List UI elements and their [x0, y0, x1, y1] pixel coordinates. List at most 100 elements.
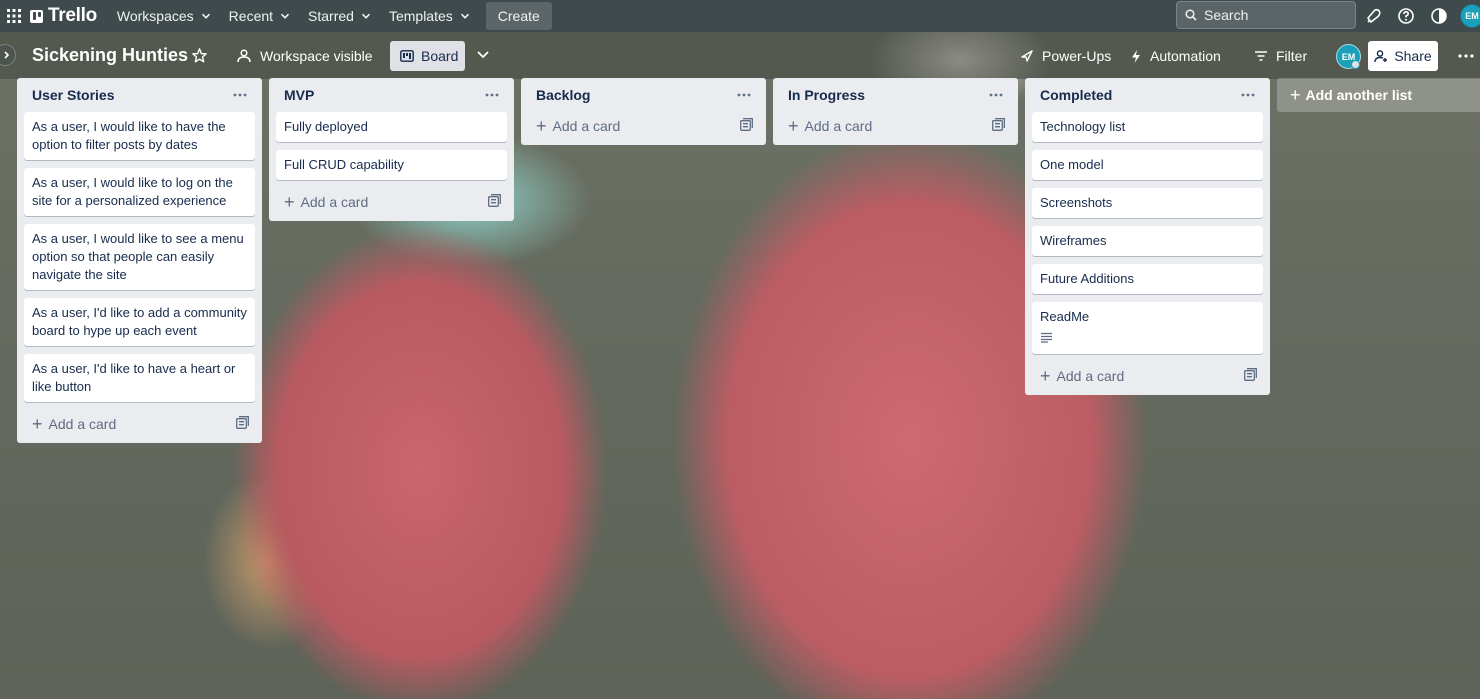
power-ups-button[interactable]: Power-Ups [1020, 41, 1111, 71]
search-input[interactable]: Search [1176, 1, 1356, 29]
trello-logo-text: Trello [48, 5, 97, 26]
card-title: ReadMe [1040, 309, 1090, 324]
theme-icon[interactable] [1429, 6, 1449, 26]
create-from-template-icon[interactable] [740, 118, 753, 134]
list-backlog: Backlog + Add a card [521, 78, 766, 145]
add-card-button[interactable]: + Add a card [32, 415, 116, 433]
add-card-button[interactable]: + Add a card [788, 117, 872, 135]
trello-logo[interactable]: Trello [30, 5, 97, 27]
list-menu-icon[interactable] [485, 93, 499, 97]
board-title[interactable]: Sickening Hunties [32, 45, 188, 66]
card[interactable]: Full CRUD capability [276, 150, 507, 180]
user-avatar[interactable]: EM [1460, 4, 1480, 28]
view-switcher-chevron-icon[interactable] [474, 45, 492, 68]
plus-icon: + [32, 414, 43, 434]
board-menu-icon[interactable] [1456, 48, 1476, 69]
list-header[interactable]: MVP [276, 78, 507, 112]
add-card-label: Add a card [300, 194, 369, 210]
list-menu-icon[interactable] [1241, 93, 1255, 97]
add-card-button[interactable]: + Add a card [284, 193, 368, 211]
card[interactable]: One model [1032, 150, 1263, 180]
filter-icon [1255, 51, 1267, 61]
add-card-button[interactable]: + Add a card [536, 117, 620, 135]
card[interactable]: Technology list [1032, 112, 1263, 142]
filter-button[interactable]: Filter [1254, 41, 1307, 71]
list-title[interactable]: Completed [1040, 87, 1112, 103]
list-header[interactable]: Completed [1032, 78, 1263, 112]
board-view-icon [400, 50, 414, 62]
add-card-button[interactable]: + Add a card [1040, 367, 1124, 385]
list-menu-icon[interactable] [737, 93, 751, 97]
list-header[interactable]: User Stories [24, 78, 255, 112]
plus-icon: + [1040, 366, 1051, 386]
apps-grid-icon[interactable] [2, 4, 26, 28]
create-from-template-icon[interactable] [992, 118, 1005, 134]
add-card-label: Add a card [48, 416, 117, 432]
card[interactable]: Screenshots [1032, 188, 1263, 218]
description-icon [1040, 330, 1255, 348]
list-title[interactable]: User Stories [32, 87, 114, 103]
list-header[interactable]: Backlog [528, 78, 759, 112]
nav-recent[interactable]: Recent [221, 0, 298, 32]
create-from-template-icon[interactable] [1244, 368, 1257, 384]
list-title[interactable]: In Progress [788, 87, 865, 103]
add-card-row: + Add a card [1032, 362, 1263, 390]
list-header[interactable]: In Progress [780, 78, 1011, 112]
card[interactable]: As a user, I would like to see a menu op… [24, 224, 255, 290]
list-in-progress: In Progress + Add a card [773, 78, 1018, 145]
add-list-label: Add another list [1305, 87, 1413, 103]
nav-templates-label: Templates [388, 8, 453, 24]
add-card-row: + Add a card [276, 188, 507, 216]
top-header: Trello Workspaces Recent Starred Templat… [0, 0, 1480, 32]
add-card-label: Add a card [804, 118, 873, 134]
nav-templates[interactable]: Templates [381, 0, 478, 32]
help-icon[interactable] [1396, 6, 1416, 26]
rocket-icon [1021, 50, 1033, 62]
star-icon[interactable] [191, 47, 208, 69]
add-card-row: + Add a card [24, 410, 255, 438]
list-menu-icon[interactable] [989, 93, 1003, 97]
create-from-template-icon[interactable] [488, 194, 501, 210]
power-ups-label: Power-Ups [1042, 48, 1112, 64]
card[interactable]: Future Additions [1032, 264, 1263, 294]
nav-starred[interactable]: Starred [300, 0, 379, 32]
create-button[interactable]: Create [485, 2, 552, 30]
share-label: Share [1394, 48, 1432, 64]
list-title[interactable]: MVP [284, 87, 314, 103]
card[interactable]: As a user, I would like to log on the si… [24, 168, 255, 216]
automation-button[interactable]: Automation [1130, 41, 1221, 71]
list-title[interactable]: Backlog [536, 87, 590, 103]
chevron-down-icon [361, 13, 371, 19]
sidebar-toggle-button[interactable] [0, 44, 16, 66]
add-another-list-button[interactable]: + Add another list [1277, 78, 1480, 112]
board-view-label: Board [421, 48, 459, 64]
nav-starred-label: Starred [308, 8, 354, 24]
plus-icon: + [284, 192, 295, 212]
chevron-down-icon [201, 13, 210, 19]
create-from-template-icon[interactable] [236, 416, 249, 432]
search-placeholder: Search [1204, 7, 1249, 23]
add-card-row: + Add a card [780, 112, 1011, 140]
people-icon [237, 49, 251, 63]
board-view-button[interactable]: Board [390, 41, 465, 71]
list-menu-icon[interactable] [233, 93, 247, 97]
share-button[interactable]: Share [1368, 41, 1438, 71]
nav-workspaces[interactable]: Workspaces [109, 0, 219, 32]
automation-label: Automation [1150, 48, 1221, 64]
add-card-row: + Add a card [528, 112, 759, 140]
plus-icon: + [536, 116, 547, 136]
card[interactable]: Fully deployed [276, 112, 507, 142]
card[interactable]: As a user, I would like to have the opti… [24, 112, 255, 160]
card[interactable]: As a user, I'd like to have a heart or l… [24, 354, 255, 402]
list-mvp: MVP Fully deployed Full CRUD capability … [269, 78, 514, 221]
notifications-icon[interactable] [1364, 6, 1384, 26]
card-with-description[interactable]: ReadMe [1032, 302, 1263, 354]
add-person-icon [1374, 50, 1388, 63]
workspace-visibility-button[interactable]: Workspace visible [236, 41, 373, 71]
card[interactable]: Wireframes [1032, 226, 1263, 256]
add-card-label: Add a card [1056, 368, 1125, 384]
board-header: Sickening Hunties Workspace visible Boar… [0, 32, 1480, 79]
admin-badge-icon [1351, 60, 1360, 69]
chevron-right-icon [4, 51, 10, 59]
card[interactable]: As a user, I'd like to add a community b… [24, 298, 255, 346]
